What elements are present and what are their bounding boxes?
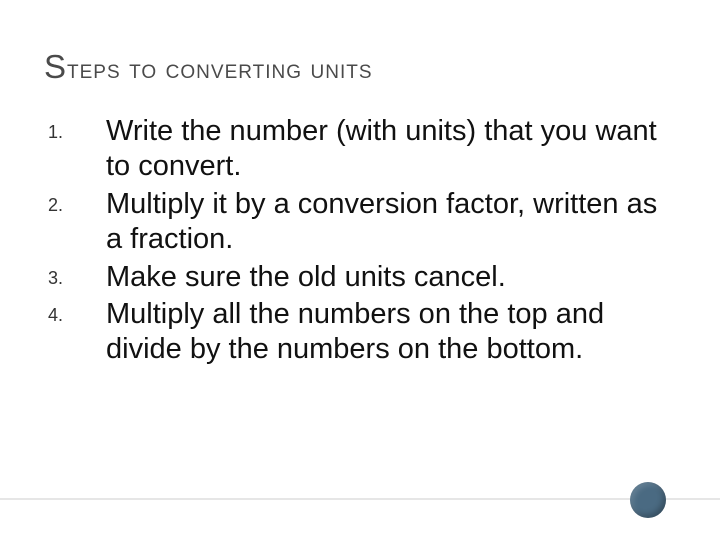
slide: Steps to converting units Write the numb…	[0, 0, 720, 540]
steps-list: Write the number (with units) that you w…	[78, 114, 676, 368]
list-item: Make sure the old units cancel.	[78, 260, 676, 295]
list-item: Multiply all the numbers on the top and …	[78, 297, 676, 368]
title-initial-cap: S	[44, 48, 67, 85]
slide-title: Steps to converting units	[44, 48, 676, 86]
footer-divider	[0, 498, 720, 500]
footer-dot-icon	[630, 482, 666, 518]
list-item: Multiply it by a conversion factor, writ…	[78, 187, 676, 258]
title-rest: teps to converting units	[67, 54, 373, 84]
list-item: Write the number (with units) that you w…	[78, 114, 676, 185]
